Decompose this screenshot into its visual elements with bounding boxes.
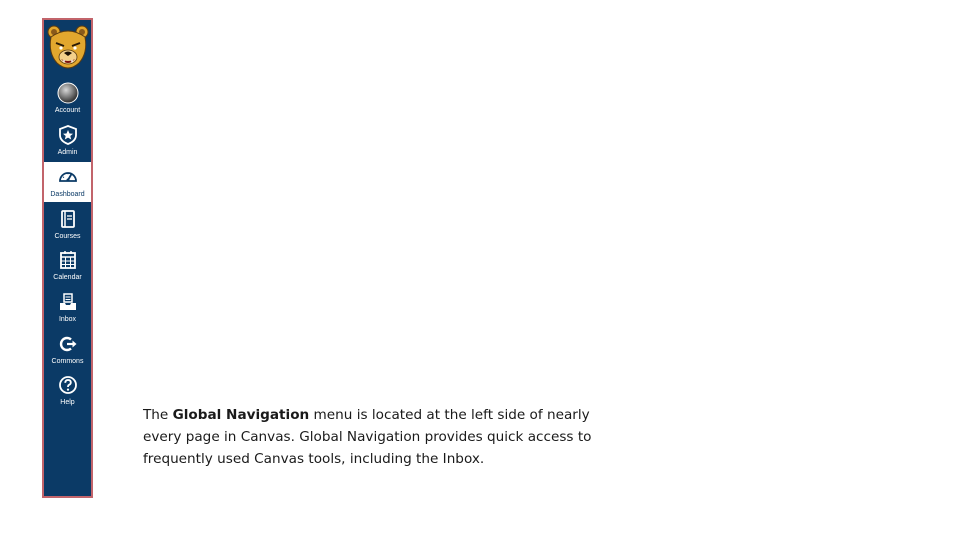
slide: Account Admin Dashboard Courses Calendar… xyxy=(0,0,960,540)
nav-item-label: Account xyxy=(54,107,81,114)
nav-item-dashboard[interactable]: Dashboard xyxy=(44,162,91,202)
caption-part-1: The xyxy=(143,407,173,423)
nav-item-label: Admin xyxy=(57,149,78,156)
nav-item-label: Help xyxy=(60,399,75,406)
nav-item-commons[interactable]: Commons xyxy=(44,329,91,369)
bear-logo-icon[interactable] xyxy=(44,22,91,76)
nav-item-label: Inbox xyxy=(58,316,77,323)
nav-item-label: Dashboard xyxy=(50,191,85,198)
speedometer-icon xyxy=(57,166,79,188)
nav-item-label: Commons xyxy=(51,358,84,365)
nav-item-calendar[interactable]: Calendar xyxy=(44,245,91,285)
nav-item-label: Courses xyxy=(54,233,81,240)
nav-item-help[interactable]: Help xyxy=(44,370,91,410)
nav-item-account[interactable]: Account xyxy=(44,78,91,118)
shield-star-icon xyxy=(57,124,79,146)
avatar-icon xyxy=(57,82,79,104)
caption-text: The Global Navigation menu is located at… xyxy=(143,404,623,470)
inbox-icon xyxy=(57,291,79,313)
calendar-icon xyxy=(57,249,79,271)
global-navigation: Account Admin Dashboard Courses Calendar… xyxy=(42,18,93,498)
nav-item-inbox[interactable]: Inbox xyxy=(44,287,91,327)
nav-item-admin[interactable]: Admin xyxy=(44,120,91,160)
help-icon xyxy=(57,374,79,396)
commons-icon xyxy=(57,333,79,355)
caption-bold-term: Global Navigation xyxy=(172,407,310,423)
nav-item-label: Calendar xyxy=(53,274,82,281)
nav-item-courses[interactable]: Courses xyxy=(44,204,91,244)
book-icon xyxy=(57,208,79,230)
